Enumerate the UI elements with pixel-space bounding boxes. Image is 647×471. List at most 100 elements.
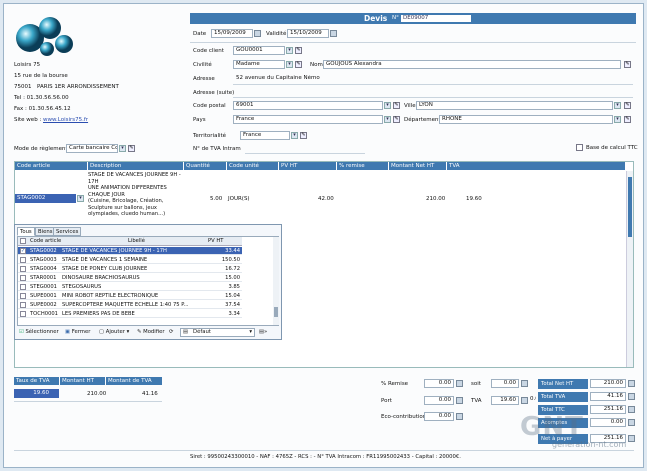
picker-row-checkbox[interactable] [20, 257, 26, 263]
validite-field[interactable]: 15/10/2009 [287, 29, 329, 38]
eco-calculator-icon[interactable] [456, 413, 463, 420]
picker-scrollbar[interactable] [273, 237, 279, 325]
civilite-edit-icon[interactable]: ✎ [295, 61, 302, 68]
ville-edit-icon[interactable]: ✎ [624, 102, 631, 109]
picker-row-checkbox[interactable] [20, 293, 26, 299]
picker-row-checkbox[interactable] [20, 266, 26, 272]
company-web-link[interactable]: www.Loisirs75.fr [43, 117, 88, 123]
reglement-dropdown-icon[interactable]: ▾ [119, 145, 126, 152]
col-code-unite[interactable]: Code unité [227, 162, 278, 170]
picker-row-checkbox[interactable] [20, 311, 26, 317]
nom-edit-icon[interactable]: ✎ [624, 61, 631, 68]
code-postal-dropdown-icon[interactable]: ▾ [384, 102, 391, 109]
col-code-article[interactable]: Code article [15, 162, 87, 170]
soit-field[interactable]: 0.00 [491, 379, 519, 388]
options-icon[interactable]: ▤» [259, 329, 267, 335]
picker-col-libelle[interactable]: Libellé [128, 238, 145, 244]
picker-row[interactable]: ✓ STAG0002 STAGE DE VACANCES JOURNEE 9H - … [18, 247, 242, 255]
soit-calculator-icon[interactable] [521, 380, 528, 387]
pays-edit-icon[interactable]: ✎ [393, 116, 400, 123]
picker-scrollbar-thumb[interactable] [274, 307, 278, 317]
filter-select[interactable]: Défaut ▤ ▾ [180, 328, 255, 337]
picker-col-pv[interactable]: PV HT [208, 238, 223, 244]
pays-field[interactable]: France [233, 115, 383, 124]
eco-field[interactable]: 0.00 [424, 412, 454, 421]
divider [190, 42, 636, 43]
code-client-field[interactable]: GOU0001 [233, 46, 285, 55]
port-tva-calculator-icon[interactable] [521, 397, 528, 404]
tva-summary-taux[interactable]: 19.60 [14, 389, 59, 398]
acomptes-calculator-icon[interactable] [628, 419, 635, 426]
departement-field[interactable]: RHONE [439, 115, 613, 124]
port-tva2-field[interactable]: 0.00 [530, 396, 536, 405]
picker-row-checkbox[interactable] [20, 275, 26, 281]
total-net-ht-field[interactable]: 210.00 [590, 379, 626, 388]
tab-services[interactable]: Services [53, 227, 82, 236]
ville-field[interactable]: LYON [416, 101, 613, 110]
picker-row-checkbox[interactable]: ✓ [20, 248, 26, 254]
row-code-field[interactable]: STAG0002 [15, 194, 76, 203]
pays-dropdown-icon[interactable]: ▾ [384, 116, 391, 123]
col-description[interactable]: Description [88, 162, 183, 170]
total-tva-calculator-icon[interactable] [628, 393, 635, 400]
civilite-dropdown-icon[interactable]: ▾ [286, 61, 293, 68]
total-net-ht-calculator-icon[interactable] [628, 380, 635, 387]
base-ttc-checkbox[interactable] [576, 144, 583, 151]
col-remise[interactable]: % remise [337, 162, 388, 170]
row-code-dropdown-icon[interactable]: ▾ [77, 195, 84, 202]
col-pv-ht[interactable]: PV HT [279, 162, 336, 170]
col-tva[interactable]: TVA [447, 162, 625, 170]
reglement-field[interactable]: Carte bancaire Corr [66, 144, 118, 153]
remise-field[interactable]: 0.00 [424, 379, 454, 388]
code-client-dropdown-icon[interactable]: ▾ [286, 47, 293, 54]
picker-row-checkbox[interactable] [20, 284, 26, 290]
territorialite-dropdown-icon[interactable]: ▾ [291, 132, 298, 139]
adresse-field[interactable]: 52 avenue du Capitaine Némo [233, 74, 633, 83]
total-tva-field[interactable]: 41.16 [590, 392, 626, 401]
date-field[interactable]: 15/09/2009 [211, 29, 253, 38]
table-scrollbar[interactable] [626, 171, 633, 367]
port-field[interactable]: 0.00 [424, 396, 454, 405]
code-postal-edit-icon[interactable]: ✎ [393, 102, 400, 109]
picker-row[interactable]: STAG0004 STAGE DE PONEY CLUB JOURNEE 16.72 [18, 265, 242, 273]
table-scrollbar-thumb[interactable] [628, 177, 632, 237]
col-quantite[interactable]: Quantité [184, 162, 226, 170]
devis-number-field[interactable]: DE09007 [401, 15, 471, 22]
picker-row-checkbox[interactable] [20, 302, 26, 308]
picker-row[interactable]: STAR0001 DINOSAURE BRACHIOSAURUS 15.00 [18, 274, 242, 282]
close-button[interactable]: ▣ Fermer [65, 329, 90, 335]
picker-row[interactable]: STAG0003 STAGE DE VACANCES 1 SEMAINE 150.5… [18, 256, 242, 264]
civilite-field[interactable]: Madame [233, 60, 285, 69]
code-client-edit-icon[interactable]: ✎ [295, 47, 302, 54]
edit-button[interactable]: ✎ Modifier [137, 329, 165, 335]
reglement-edit-icon[interactable]: ✎ [128, 145, 135, 152]
ville-dropdown-icon[interactable]: ▾ [614, 102, 621, 109]
select-button[interactable]: ☑ Sélectionner [19, 329, 59, 335]
territorialite-edit-icon[interactable]: ✎ [300, 132, 307, 139]
nom-field[interactable]: GOUJOUS Alexandra [323, 60, 621, 69]
total-ttc-field[interactable]: 251.16 [590, 405, 626, 414]
picker-row[interactable]: TOCH0001 LES PREMIERS PAS DE BEBE 3.34 [18, 310, 242, 318]
territorialite-field[interactable]: France [240, 131, 290, 140]
net-a-payer-calculator-icon[interactable] [628, 435, 635, 442]
port-tva-field[interactable]: 19.60 [491, 396, 519, 405]
picker-row[interactable]: SUPE0002 SUPERCOPTERE MAQUETTE ECHELLE 1:… [18, 301, 242, 309]
refresh-icon[interactable]: ⟳ [169, 329, 173, 335]
departement-dropdown-icon[interactable]: ▾ [614, 116, 621, 123]
row-description[interactable]: STAGE DE VACANCES JOURNEE 9H - 17H UNE A… [88, 172, 183, 222]
date-calendar-icon[interactable] [254, 30, 261, 37]
select-all-checkbox[interactable] [20, 238, 26, 244]
departement-edit-icon[interactable]: ✎ [624, 116, 631, 123]
picker-row[interactable]: SUPE0001 MINI ROBOT REPTILE ELECTRONIQUE 1… [18, 292, 242, 300]
tab-tous[interactable]: Tous [17, 227, 35, 236]
remise-calculator-icon[interactable] [456, 380, 463, 387]
total-ttc-calculator-icon[interactable] [628, 406, 635, 413]
acomptes-field[interactable]: 0.00 [590, 418, 626, 427]
validite-calendar-icon[interactable] [330, 30, 337, 37]
col-montant-net[interactable]: Montant Net HT [389, 162, 446, 170]
port-calculator-icon[interactable] [456, 397, 463, 404]
picker-col-code[interactable]: Code article [30, 238, 61, 244]
add-button[interactable]: ▢ Ajouter ▾ [99, 329, 129, 335]
picker-row[interactable]: STEG0001 STEGOSAURUS 3.85 [18, 283, 242, 291]
code-postal-field[interactable]: 69001 [233, 101, 383, 110]
